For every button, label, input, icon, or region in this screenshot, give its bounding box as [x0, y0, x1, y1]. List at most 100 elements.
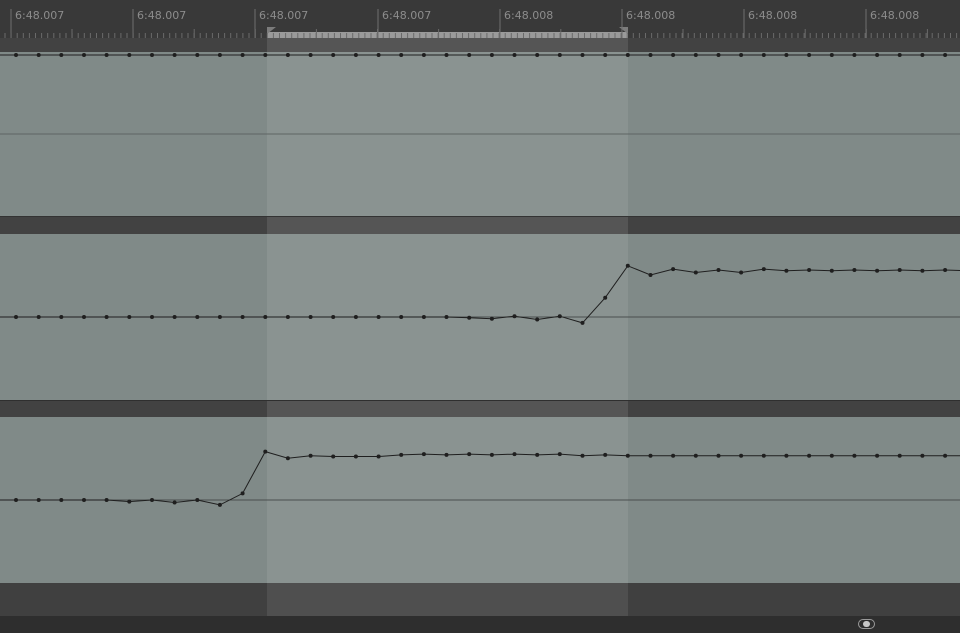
automation-point: [716, 268, 721, 272]
automation-point: [399, 53, 404, 57]
automation-point: [829, 453, 834, 458]
automation-point: [852, 268, 857, 272]
automation-point: [693, 453, 698, 458]
automation-point: [172, 315, 177, 319]
automation-point: [36, 498, 41, 502]
automation-point: [240, 53, 245, 57]
automation-point: [784, 268, 789, 273]
automation-point: [376, 53, 381, 57]
automation-point: [875, 53, 880, 57]
automation-point: [671, 53, 676, 57]
automation-point: [761, 453, 766, 458]
automation-point: [444, 315, 449, 319]
automation-point: [285, 315, 290, 319]
automation-point: [807, 453, 812, 458]
automation-point: [648, 53, 653, 57]
automation-point: [467, 315, 472, 320]
automation-point: [331, 315, 336, 319]
automation-curve: [0, 265, 960, 324]
automation-point: [308, 453, 313, 458]
automation-point: [331, 53, 336, 57]
automation-point: [195, 53, 200, 57]
automation-point: [512, 452, 517, 457]
automation-point: [489, 452, 494, 457]
automation-point: [739, 270, 744, 275]
automation-overlay: [0, 9, 960, 507]
automation-point: [580, 320, 585, 325]
automation-point: [399, 315, 404, 319]
automation-point: [897, 268, 902, 272]
automation-point: [716, 53, 721, 57]
automation-point: [14, 498, 18, 502]
automation-point: [603, 295, 608, 300]
automation-point: [784, 453, 789, 458]
automation-point: [263, 315, 268, 319]
automation-point: [467, 452, 472, 457]
automation-point: [127, 315, 132, 319]
automation-point: [14, 315, 18, 319]
automation-point: [875, 268, 880, 273]
automation-point: [807, 53, 812, 57]
automation-point: [172, 500, 177, 505]
automation-point: [36, 53, 41, 57]
automation-point: [852, 453, 857, 458]
automation-point: [127, 53, 132, 57]
automation-point: [557, 452, 562, 457]
automation-point: [489, 316, 494, 321]
automation-point: [240, 491, 245, 496]
automation-point: [104, 315, 109, 319]
automation-point: [421, 452, 426, 457]
automation-point: [353, 53, 358, 57]
automation-point: [59, 315, 64, 319]
automation-point: [875, 453, 880, 458]
automation-point: [444, 53, 449, 57]
automation-point: [331, 454, 336, 459]
automation-point: [580, 53, 585, 57]
automation-point: [897, 453, 902, 458]
automation-point: [240, 315, 245, 319]
automation-point: [82, 498, 86, 502]
automation-point: [693, 270, 698, 275]
automation-point: [693, 53, 698, 57]
automation-point: [172, 53, 177, 57]
automation-point: [308, 315, 313, 319]
automation-point: [150, 315, 154, 319]
automation-point: [127, 499, 132, 504]
automation-point: [399, 452, 404, 457]
automation-point: [920, 268, 925, 273]
automation-point: [82, 315, 86, 319]
automation-point: [784, 53, 789, 57]
automation-point: [852, 53, 857, 57]
automation-point: [353, 315, 358, 319]
automation-point: [82, 53, 86, 57]
automation-point: [648, 273, 653, 277]
automation-point: [648, 453, 653, 458]
automation-point: [14, 53, 18, 57]
automation-point: [739, 453, 744, 458]
automation-point: [739, 53, 744, 57]
automation-point: [671, 453, 676, 458]
automation-point: [421, 53, 426, 57]
automation-point: [535, 53, 540, 57]
automation-point: [217, 502, 222, 507]
automation-point: [376, 454, 381, 459]
automation-point: [444, 452, 449, 457]
automation-point: [535, 452, 540, 457]
automation-point: [557, 314, 562, 319]
automation-point: [716, 453, 721, 458]
automation-point: [807, 268, 812, 272]
automation-point: [195, 498, 200, 502]
automation-point: [920, 453, 925, 458]
automation-point: [603, 452, 608, 457]
automation-point: [150, 53, 154, 57]
automation-point: [195, 315, 200, 319]
automation-point: [535, 317, 540, 322]
automation-point: [943, 453, 948, 458]
automation-point: [761, 267, 766, 272]
automation-point: [217, 53, 222, 57]
automation-point: [263, 53, 268, 57]
automation-point: [512, 53, 517, 57]
automation-point: [467, 53, 472, 57]
automation-point: [104, 498, 109, 502]
automation-point: [308, 53, 313, 57]
